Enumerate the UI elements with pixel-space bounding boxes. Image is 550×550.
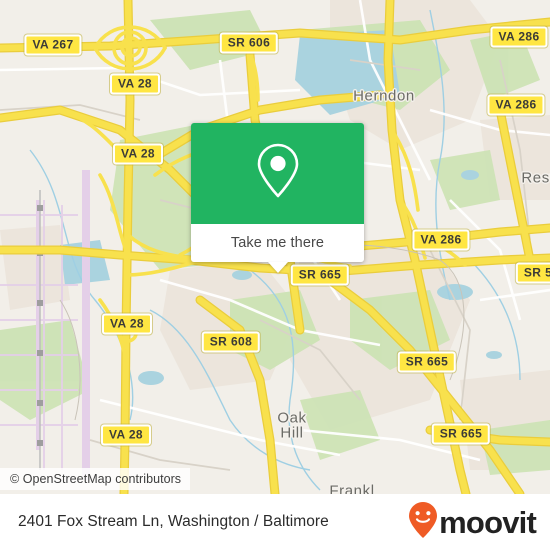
road-shield: VA 286 [412, 229, 470, 251]
destination-popup-card[interactable]: Take me there [191, 123, 364, 273]
popup-card-action[interactable]: Take me there [191, 224, 364, 262]
take-me-there-label: Take me there [230, 235, 325, 251]
map-screenshot: VA 267 SR 606 VA 286 VA 28 VA 286 VA 28 VA 286… [0, 0, 550, 550]
popup-card-pointer [267, 262, 288, 273]
road-shield: VA 267 [24, 34, 82, 56]
moovit-logo[interactable]: moovit [408, 501, 537, 544]
map-attribution[interactable]: © OpenStreetMap contributors [0, 468, 191, 490]
road-shield: VA 286 [490, 26, 548, 48]
road-shield: SR 665 [397, 351, 457, 373]
moovit-pin-smile-icon [408, 501, 438, 544]
footer-bar: 2401 Fox Stream Ln, Washington / Baltimo… [0, 494, 550, 550]
place-label: Rest [521, 169, 550, 187]
address-label: 2401 Fox Stream Ln, Washington / Baltimo… [18, 513, 329, 530]
road-shield: VA 28 [101, 313, 153, 335]
map-viewport[interactable]: VA 267 SR 606 VA 286 VA 28 VA 286 VA 28 VA 286… [0, 0, 550, 494]
location-pin-icon [255, 142, 301, 205]
road-shield: VA 28 [100, 424, 152, 446]
popup-card-header [191, 123, 364, 224]
moovit-wordmark: moovit [439, 504, 537, 540]
place-label: Herndon [353, 87, 415, 105]
road-shield: SR 665 [290, 264, 350, 286]
road-shield: SR 665 [431, 423, 491, 445]
road-shield: SR 5 [515, 262, 550, 284]
road-shield: VA 28 [109, 73, 161, 95]
road-shield: VA 286 [487, 94, 545, 116]
place-label: Hill [280, 424, 304, 442]
road-shield: VA 28 [112, 143, 164, 165]
road-shield: SR 608 [201, 331, 261, 353]
road-shield: SR 606 [219, 32, 279, 54]
place-label: Frankl [329, 482, 375, 495]
